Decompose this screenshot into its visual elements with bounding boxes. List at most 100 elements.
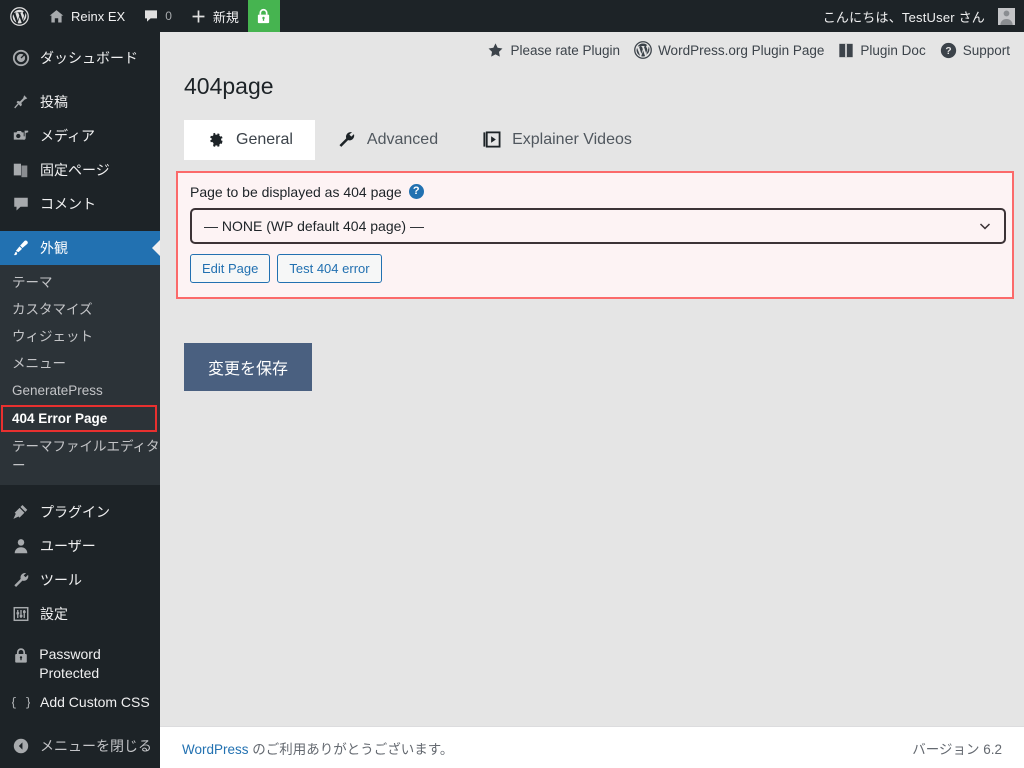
wporg-plugin-page-label: WordPress.org Plugin Page: [658, 42, 825, 58]
field-label-row: Page to be displayed as 404 page ?: [190, 184, 998, 200]
sidebar-item-themes[interactable]: テーマ: [0, 269, 160, 296]
sidebar-item-label: プラグイン: [40, 504, 110, 520]
save-changes-button[interactable]: 変更を保存: [184, 342, 313, 391]
rate-plugin-link[interactable]: Please rate Plugin: [487, 42, 620, 59]
tab-explainer-videos-label: Explainer Videos: [512, 130, 632, 148]
my-account-button[interactable]: こんにちは、TestUser さん: [814, 0, 1024, 32]
home-icon: [48, 8, 65, 25]
gear-icon: [206, 130, 225, 149]
sidebar-item-label: 投稿: [40, 94, 68, 110]
tab-explainer-videos[interactable]: Explainer Videos: [460, 120, 654, 160]
support-link[interactable]: ? Support: [940, 42, 1010, 59]
sidebar-item-tools[interactable]: ツール: [0, 563, 160, 597]
video-icon: [482, 130, 501, 149]
question-circle-icon[interactable]: ?: [408, 184, 424, 200]
plugin-doc-label: Plugin Doc: [860, 42, 926, 58]
collapse-arrow-icon: [11, 737, 31, 755]
comments-count: 0: [165, 9, 172, 23]
sidebar-item-label: Add Custom CSS: [40, 694, 150, 710]
greeting-label: こんにちは、TestUser さん: [822, 9, 985, 25]
tab-general[interactable]: General: [184, 119, 315, 160]
sidebar-item-users[interactable]: ユーザー: [0, 529, 160, 563]
comment-bubble-icon: [11, 195, 31, 213]
tab-general-label: General: [236, 130, 293, 148]
admin-bar-spacer: [280, 0, 814, 32]
sidebar-item-label: ダッシュボード: [40, 50, 138, 66]
media-camera-music-icon: [11, 127, 31, 145]
new-content-label: 新規: [212, 9, 239, 25]
collapse-menu-button[interactable]: メニューを閉じる: [0, 729, 160, 763]
plugin-doc-link[interactable]: Plugin Doc: [838, 42, 926, 59]
sidebar-item-label: 外観: [40, 240, 68, 256]
password-protected-lock-button[interactable]: [247, 0, 280, 32]
sidebar-item-appearance[interactable]: 外観: [0, 231, 160, 265]
tab-advanced-label: Advanced: [366, 130, 439, 148]
sidebar-divider: [0, 719, 160, 729]
dashboard-gauge-icon: [11, 49, 31, 67]
new-content-button[interactable]: 新規: [181, 0, 248, 32]
wordpress-link[interactable]: WordPress: [182, 742, 249, 757]
sidebar-item-plugins[interactable]: プラグイン: [0, 495, 160, 529]
sidebar-item-label: メディア: [40, 128, 96, 144]
support-label: Support: [962, 42, 1010, 58]
sidebar-item-dashboard[interactable]: ダッシュボード: [0, 41, 160, 75]
wporg-plugin-page-link[interactable]: WordPress.org Plugin Page: [634, 41, 824, 59]
footer-version: バージョン 6.2: [912, 741, 1002, 757]
page-select-value: — NONE (WP default 404 page) —: [204, 217, 424, 234]
wordpress-logo-icon: [634, 41, 652, 59]
book-icon: [838, 42, 854, 59]
svg-text:{ }: { }: [12, 695, 30, 710]
chevron-down-icon: [978, 219, 992, 233]
sidebar-item-comments[interactable]: コメント: [0, 187, 160, 221]
sidebar-item-customize[interactable]: カスタマイズ: [0, 296, 160, 323]
admin-sidebar-menu: ダッシュボード 投稿 メディア 固定ページ コメント 外観 テーマ カスタマイズ…: [0, 32, 160, 768]
sidebar-item-menus[interactable]: メニュー: [0, 350, 160, 377]
pin-icon: [11, 93, 31, 111]
sidebar-item-widgets[interactable]: ウィジェット: [0, 323, 160, 350]
svg-text:?: ?: [945, 46, 951, 57]
sidebar-item-label: Password Protected: [39, 646, 101, 681]
wp-logo-button[interactable]: [0, 0, 39, 32]
test-404-error-button[interactable]: Test 404 error: [277, 253, 382, 283]
footer-thanks-text: のご利用ありがとうございます。: [248, 741, 454, 757]
appearance-submenu: テーマ カスタマイズ ウィジェット メニュー GeneratePress 404…: [0, 265, 160, 485]
sidebar-item-label: 設定: [40, 606, 68, 622]
site-name-button[interactable]: Reinx EX: [39, 0, 134, 32]
field-label-text: Page to be displayed as 404 page: [190, 183, 402, 200]
page-title: 404page: [184, 73, 274, 99]
sidebar-item-theme-file-editor[interactable]: テーマファイルエディター: [0, 433, 160, 479]
sidebar-item-settings[interactable]: 設定: [0, 597, 160, 631]
edit-page-button[interactable]: Edit Page: [190, 253, 271, 283]
sidebar-item-label: 固定ページ: [40, 162, 110, 178]
user-avatar-icon: [998, 7, 1015, 25]
sidebar-item-pages[interactable]: 固定ページ: [0, 153, 160, 187]
settings-tabs: General Advanced Explainer Videos: [184, 119, 1024, 160]
lock-icon: [11, 645, 30, 665]
plug-icon: [11, 503, 31, 521]
comment-bubble-icon: [143, 8, 159, 24]
site-name-label: Reinx EX: [71, 8, 126, 24]
sidebar-item-posts[interactable]: 投稿: [0, 85, 160, 119]
sidebar-item-add-custom-css[interactable]: { } Add Custom CSS: [0, 685, 160, 719]
plus-icon: [190, 8, 207, 25]
rate-plugin-label: Please rate Plugin: [510, 42, 621, 58]
comments-button[interactable]: 0: [134, 0, 181, 32]
pages-icon: [11, 161, 31, 179]
page-select[interactable]: — NONE (WP default 404 page) —: [190, 207, 1006, 244]
question-circle-icon: ?: [940, 42, 957, 59]
sidebar-item-generatepress[interactable]: GeneratePress: [0, 377, 160, 404]
admin-footer: WordPress のご利用ありがとうございます。 バージョン 6.2: [160, 726, 1024, 768]
sidebar-item-media[interactable]: メディア: [0, 119, 160, 153]
admin-bar: Reinx EX 0 新規 こんにちは、TestUser さん: [0, 0, 1024, 32]
curly-braces-icon: { }: [11, 693, 31, 711]
sidebar-item-404-error-page[interactable]: 404 Error Page: [1, 405, 157, 432]
sidebar-item-label: ユーザー: [40, 538, 96, 554]
sidebar-divider: [0, 631, 160, 641]
settings-panel: Page to be displayed as 404 page ? — NON…: [176, 170, 1014, 299]
user-icon: [11, 537, 31, 555]
sidebar-divider: [0, 221, 160, 231]
sidebar-item-password-protected[interactable]: Password Protected: [0, 641, 160, 685]
paintbrush-icon: [11, 239, 31, 257]
tab-advanced[interactable]: Advanced: [315, 120, 460, 160]
wrench-icon: [337, 130, 356, 149]
